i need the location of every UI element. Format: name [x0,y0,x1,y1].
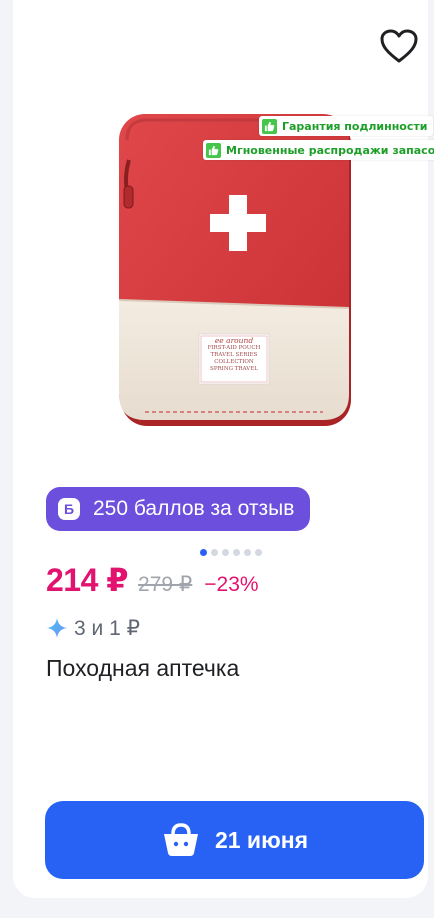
carousel-dot[interactable] [244,549,251,556]
installment-text: 3 и 1 ₽ [74,616,140,640]
carousel-dot[interactable] [200,549,207,556]
add-to-cart-button[interactable]: 21 июня [45,801,424,879]
old-price: 279 ₽ [138,573,193,596]
delivery-date-label: 21 июня [214,826,309,853]
basket-icon [163,823,198,856]
thumbs-up-icon [262,118,277,134]
carousel-dot[interactable] [222,549,229,556]
discount-percent: −23% [204,573,259,596]
price-row: 214 ₽ 279 ₽ −23% [46,561,259,605]
favorite-button[interactable] [377,24,421,68]
tag-line-2: TRAVEL SERIES COLLECTION [210,352,258,366]
review-bonus-badge[interactable]: Б 250 баллов за отзыв [46,487,311,531]
review-bonus-text: 250 баллов за отзыв [93,497,295,520]
carousel-dot[interactable] [211,549,218,556]
carousel-dot[interactable] [255,549,262,556]
tag-line-3: SPRING TRAVEL [210,366,258,372]
product-tag-label: ee around FIRST-AID POUCH TRAVEL SERIES … [201,336,267,373]
flash-sale-badge-text: Мгновенные распродажи запасов [226,143,434,157]
flash-sale-badge: Мгновенные распродажи запасов [203,140,434,160]
thumbs-up-icon [206,142,221,158]
current-price: 214 ₽ [46,562,129,598]
installment-info[interactable]: 3 и 1 ₽ [46,614,140,642]
bonus-points-icon: Б [58,498,80,520]
sparkle-icon [47,618,67,638]
product-card[interactable]: ee around FIRST-AID POUCH TRAVEL SERIES … [13,0,434,898]
tag-brand: ee around [214,336,254,345]
authenticity-badge: Гарантия подлинности [259,116,434,136]
image-carousel-dots[interactable] [200,549,262,556]
heart-icon [380,29,418,63]
carousel-dot[interactable] [233,549,240,556]
product-title[interactable]: Походная аптечка [46,655,239,682]
authenticity-badge-text: Гарантия подлинности [282,119,428,133]
tag-line-1: FIRST-AID POUCH [207,345,261,352]
